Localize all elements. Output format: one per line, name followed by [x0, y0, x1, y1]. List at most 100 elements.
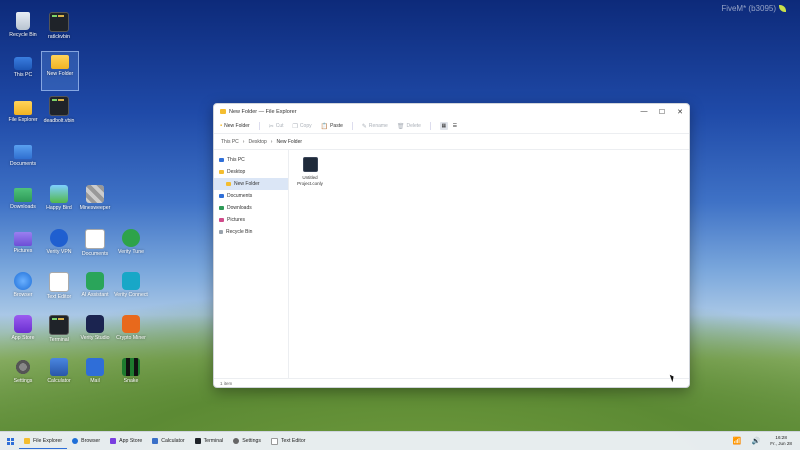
- folder-icon: [226, 182, 231, 186]
- toolbar: ▪ New Folder ✂ Cut ❐ Copy 📋 Paste ✎ Rename 🗑 D…: [214, 119, 689, 134]
- window-titlebar[interactable]: New Folder — File Explorer — ☐ ✕: [214, 104, 689, 119]
- clock-date: Fr., Jun 28: [770, 441, 792, 446]
- desktop-icon-crypto-miner[interactable]: Crypto Miner: [113, 315, 149, 341]
- wifi-icon[interactable]: 📶: [733, 437, 742, 445]
- desktop-icon-ratlckvbin[interactable]: ratlckvbin: [41, 12, 77, 40]
- taskbar-file-explorer[interactable]: File Explorer: [19, 434, 68, 449]
- breadcrumb-new-folder[interactable]: New Folder: [276, 139, 302, 145]
- desktop-icon-file-explorer[interactable]: File Explorer: [5, 98, 41, 123]
- clock[interactable]: 16:28 Fr., Jun 28: [770, 435, 792, 447]
- terminal-icon: [194, 438, 201, 444]
- desktop-icon-minesweeper[interactable]: Minesweeper: [77, 185, 113, 211]
- clipboard-icon: 📋: [320, 123, 329, 130]
- delete-button[interactable]: 🗑 Delete: [397, 123, 421, 130]
- desktop-icon-happy-bird[interactable]: Happy Bird: [41, 185, 77, 211]
- copy-button[interactable]: ❐ Copy: [293, 123, 312, 130]
- sidebar-item-recycle-bin[interactable]: Recycle Bin: [214, 226, 288, 238]
- window-title: New Folder — File Explorer: [229, 108, 297, 115]
- maximize-button[interactable]: ☐: [653, 104, 671, 119]
- desktop-icon-text-editor[interactable]: Text Editor: [41, 272, 77, 300]
- desktop-icon-deadbolt[interactable]: deadbolt.vbin: [41, 96, 77, 124]
- text-file-icon: [270, 437, 278, 445]
- sidebar-item-desktop[interactable]: Desktop: [214, 166, 288, 178]
- snake-icon: [122, 358, 140, 376]
- game-icon: [50, 185, 68, 203]
- sidebar-item-pictures[interactable]: Pictures: [214, 214, 288, 226]
- volume-icon[interactable]: 🔊: [752, 437, 761, 445]
- desktop-icon-verity-connect[interactable]: Verity Connect: [113, 272, 149, 298]
- breadcrumb-separator: ›: [270, 138, 273, 145]
- close-button[interactable]: ✕: [671, 104, 689, 119]
- desktop-icon-downloads[interactable]: Downloads: [5, 185, 41, 210]
- studio-icon: [86, 315, 104, 333]
- sidebar-item-this-pc[interactable]: This PC: [214, 154, 288, 166]
- breadcrumb-this-pc[interactable]: This PC: [221, 139, 239, 145]
- breadcrumb: This PC › Desktop › New Folder: [214, 134, 689, 150]
- recycle-bin-icon: [16, 12, 30, 30]
- paste-button[interactable]: 📋 Paste: [321, 123, 343, 130]
- list-view-button[interactable]: ☰: [451, 122, 459, 130]
- taskbar-app-store[interactable]: App Store: [105, 434, 147, 448]
- desktop-icon-settings[interactable]: Settings: [5, 358, 41, 384]
- taskbar-settings[interactable]: Settings: [228, 434, 266, 448]
- watermark: FiveM* (b3095): [721, 4, 786, 13]
- desktop-icon-verity-vpn[interactable]: Verity VPN: [41, 229, 77, 255]
- pictures-folder-icon: [219, 218, 224, 222]
- new-folder-button[interactable]: ▪ New Folder: [220, 123, 250, 129]
- desktop-icon-terminal[interactable]: Terminal: [41, 315, 77, 343]
- taskbar: File Explorer Browser App Store Calculat…: [0, 431, 800, 450]
- taskbar-terminal[interactable]: Terminal: [190, 434, 229, 448]
- folder-icon: [220, 109, 226, 114]
- gear-icon: [14, 358, 32, 376]
- folder-icon: [14, 101, 32, 115]
- desktop-icon-documents[interactable]: Documents: [5, 142, 41, 167]
- minimize-button[interactable]: —: [635, 104, 653, 119]
- desktop-icon-snake[interactable]: Snake: [113, 358, 149, 384]
- desktop-icon-new-folder[interactable]: New Folder: [41, 51, 79, 91]
- computer-icon: [219, 158, 224, 162]
- desktop-icon-verity-studio[interactable]: Verity Studio: [77, 315, 113, 341]
- desktop-icon-ai-assistant[interactable]: AI Assistant: [77, 272, 113, 298]
- file-name: Untitled Project.conly: [297, 175, 323, 186]
- desktop-icon-documents-app[interactable]: Documents: [77, 229, 113, 257]
- sidebar-item-documents[interactable]: Documents: [214, 190, 288, 202]
- toolbar-divider: [258, 122, 260, 130]
- taskbar-calculator[interactable]: Calculator: [147, 434, 189, 448]
- start-button[interactable]: [7, 437, 14, 445]
- rename-button[interactable]: ✎ Rename: [362, 123, 388, 130]
- desktop-icon-pictures[interactable]: Pictures: [5, 229, 41, 254]
- sidebar-item-new-folder[interactable]: New Folder: [214, 178, 288, 190]
- music-icon: [122, 229, 140, 247]
- globe-icon: [14, 272, 32, 290]
- status-bar: 1 item: [214, 378, 689, 387]
- desktop-icon-verity-tune[interactable]: Verity Tune: [113, 229, 149, 255]
- grid-view-button[interactable]: ▦: [439, 122, 448, 130]
- documents-folder-icon: [219, 194, 224, 198]
- terminal-icon: [49, 315, 69, 335]
- item-count: 1 item: [220, 380, 233, 386]
- system-tray: 📶 🔊 16:28 Fr., Jun 28: [733, 435, 800, 447]
- taskbar-text-editor[interactable]: Text Editor: [266, 434, 311, 448]
- terminal-icon: [49, 96, 69, 116]
- file-list-area[interactable]: Untitled Project.conly: [289, 150, 689, 379]
- file-item[interactable]: Untitled Project.conly: [295, 156, 325, 186]
- breadcrumb-separator: ›: [242, 138, 245, 145]
- store-icon: [14, 315, 32, 333]
- desktop-icon-calculator[interactable]: Calculator: [41, 358, 77, 384]
- cut-button[interactable]: ✂ Cut: [269, 123, 284, 130]
- breadcrumb-desktop[interactable]: Desktop: [248, 139, 266, 145]
- project-file-icon: [302, 157, 318, 172]
- desktop-icon-mail[interactable]: Mail: [77, 358, 113, 384]
- folder-icon: [51, 55, 69, 69]
- list-icon: ☰: [452, 123, 458, 129]
- file-explorer-window: New Folder — File Explorer — ☐ ✕ ▪ New Fo…: [213, 103, 690, 388]
- desktop-icon-app-store[interactable]: App Store: [5, 315, 41, 341]
- toolbar-divider: [429, 122, 431, 130]
- sidebar-item-downloads[interactable]: Downloads: [214, 202, 288, 214]
- desktop-icon-browser[interactable]: Browser: [5, 272, 41, 298]
- documents-folder-icon: [14, 145, 32, 159]
- taskbar-browser[interactable]: Browser: [67, 434, 105, 448]
- desktop-icon-this-pc[interactable]: This PC: [5, 54, 41, 78]
- desktop-icon-recycle-bin[interactable]: Recycle Bin: [5, 12, 41, 38]
- trash-icon: 🗑: [396, 123, 405, 130]
